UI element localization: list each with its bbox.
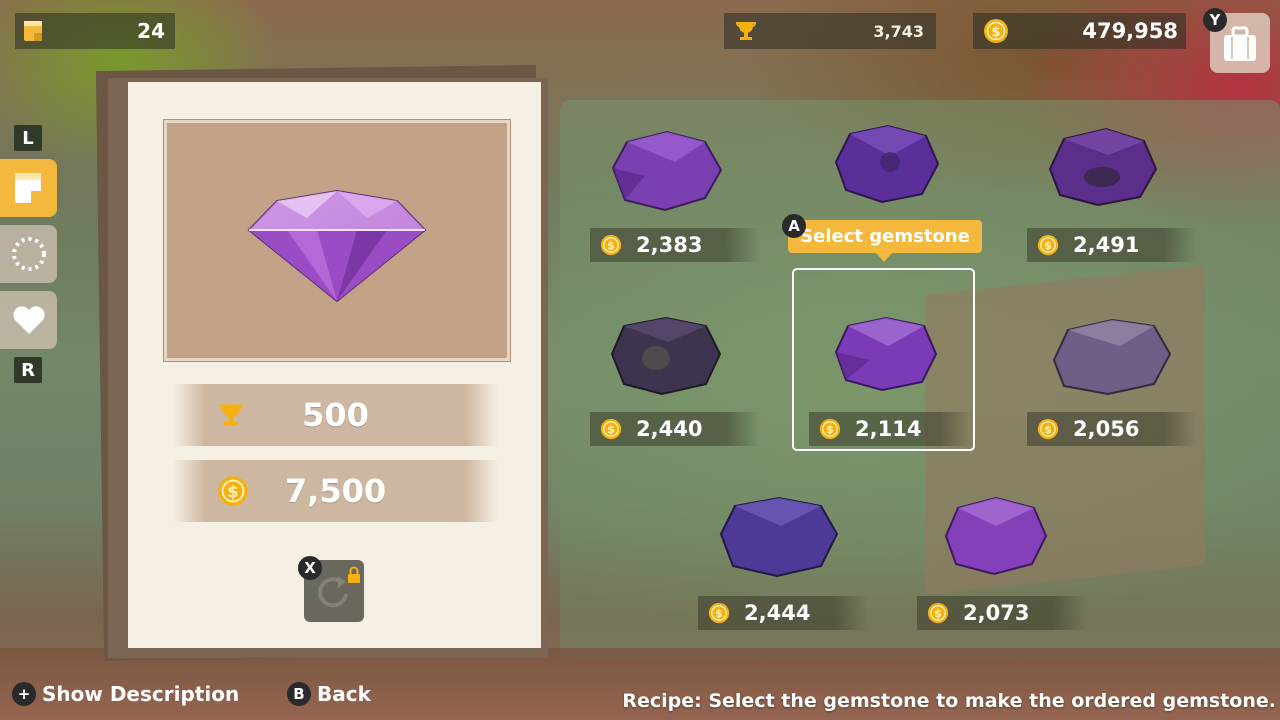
plus-button-icon: + bbox=[12, 682, 36, 706]
b-button-icon: B bbox=[287, 682, 311, 706]
heart-icon bbox=[12, 306, 45, 334]
amethyst-cut-gem-icon bbox=[247, 189, 427, 303]
gem-4-price-value: 2,440 bbox=[636, 417, 703, 441]
rough-gem-8[interactable] bbox=[940, 496, 1050, 576]
selection-cursor[interactable] bbox=[792, 268, 975, 451]
rough-gem-2[interactable] bbox=[830, 124, 942, 204]
back-prompt[interactable]: B Back bbox=[287, 680, 371, 708]
gem-7-price: $ 2,444 bbox=[698, 596, 868, 630]
gem-6-price-value: 2,056 bbox=[1073, 417, 1140, 441]
tab-favorites[interactable] bbox=[0, 291, 57, 349]
ring-icon bbox=[11, 237, 46, 271]
coin-counter: $ 479,958 bbox=[973, 13, 1186, 49]
rough-gem-1[interactable] bbox=[605, 128, 725, 212]
gem-3-price: $ 2,491 bbox=[1027, 228, 1197, 262]
locked-action-key: X bbox=[298, 556, 322, 580]
gem-4-price: $ 2,440 bbox=[590, 412, 760, 446]
gem-1-price: $ 2,383 bbox=[590, 228, 760, 262]
coin-reward-value: 7,500 bbox=[284, 472, 387, 510]
trophy-reward-row: 500 bbox=[173, 384, 498, 446]
coin-icon: $ bbox=[708, 602, 730, 624]
coin-icon: $ bbox=[600, 418, 622, 440]
svg-text:$: $ bbox=[715, 607, 723, 620]
notepad-icon bbox=[14, 173, 41, 203]
rough-gem-6[interactable] bbox=[1050, 316, 1172, 396]
rough-gem-4[interactable] bbox=[606, 314, 724, 396]
svg-text:$: $ bbox=[607, 423, 615, 436]
next-tab-key[interactable]: R bbox=[14, 357, 42, 383]
lock-icon bbox=[348, 566, 360, 583]
notepad-icon bbox=[24, 21, 42, 41]
rough-gem-3[interactable] bbox=[1044, 125, 1160, 207]
coin-icon: $ bbox=[984, 19, 1008, 43]
bag-button-key: Y bbox=[1203, 8, 1227, 32]
tab-orders[interactable] bbox=[0, 159, 57, 217]
gem-8-price: $ 2,073 bbox=[917, 596, 1087, 630]
trophy-reward-value: 500 bbox=[302, 396, 369, 434]
trophy-count: 3,743 bbox=[873, 21, 924, 41]
svg-text:$: $ bbox=[991, 25, 1000, 40]
coin-icon: $ bbox=[1037, 418, 1059, 440]
gem-7-price-value: 2,444 bbox=[744, 601, 811, 625]
gem-6-price: $ 2,056 bbox=[1027, 412, 1197, 446]
show-description-prompt[interactable]: + Show Description bbox=[12, 680, 239, 708]
gem-3-price-value: 2,491 bbox=[1073, 233, 1140, 257]
show-description-label: Show Description bbox=[42, 682, 240, 706]
gem-1-price-value: 2,383 bbox=[636, 233, 703, 257]
prev-tab-key[interactable]: L bbox=[14, 125, 42, 151]
select-gemstone-tooltip[interactable]: Select gemstone bbox=[788, 220, 982, 262]
coin-icon: $ bbox=[600, 234, 622, 256]
coin-icon: $ bbox=[927, 602, 949, 624]
svg-text:$: $ bbox=[1044, 423, 1052, 436]
ordered-gem-frame bbox=[164, 120, 510, 361]
tooltip-key: A bbox=[782, 214, 806, 238]
notes-counter: 24 bbox=[15, 13, 175, 49]
recipe-hint: Recipe: Select the gemstone to make the … bbox=[622, 690, 1276, 712]
notes-count: 24 bbox=[137, 19, 165, 43]
coin-count: 479,958 bbox=[1082, 19, 1178, 43]
coin-icon: $ bbox=[1037, 234, 1059, 256]
svg-text:$: $ bbox=[1044, 239, 1052, 252]
trophy-counter: 3,743 bbox=[724, 13, 936, 49]
svg-text:$: $ bbox=[934, 607, 942, 620]
tab-rings[interactable] bbox=[0, 225, 57, 283]
gem-8-price-value: 2,073 bbox=[963, 601, 1030, 625]
tooltip-text: Select gemstone bbox=[800, 226, 970, 247]
trophy-icon bbox=[735, 22, 757, 40]
svg-text:$: $ bbox=[607, 239, 615, 252]
back-label: Back bbox=[317, 682, 371, 706]
coin-reward-row: $ 7,500 bbox=[173, 460, 498, 522]
rough-gem-7[interactable] bbox=[717, 496, 841, 578]
order-card: 500 $ 7,500 X bbox=[128, 82, 541, 648]
